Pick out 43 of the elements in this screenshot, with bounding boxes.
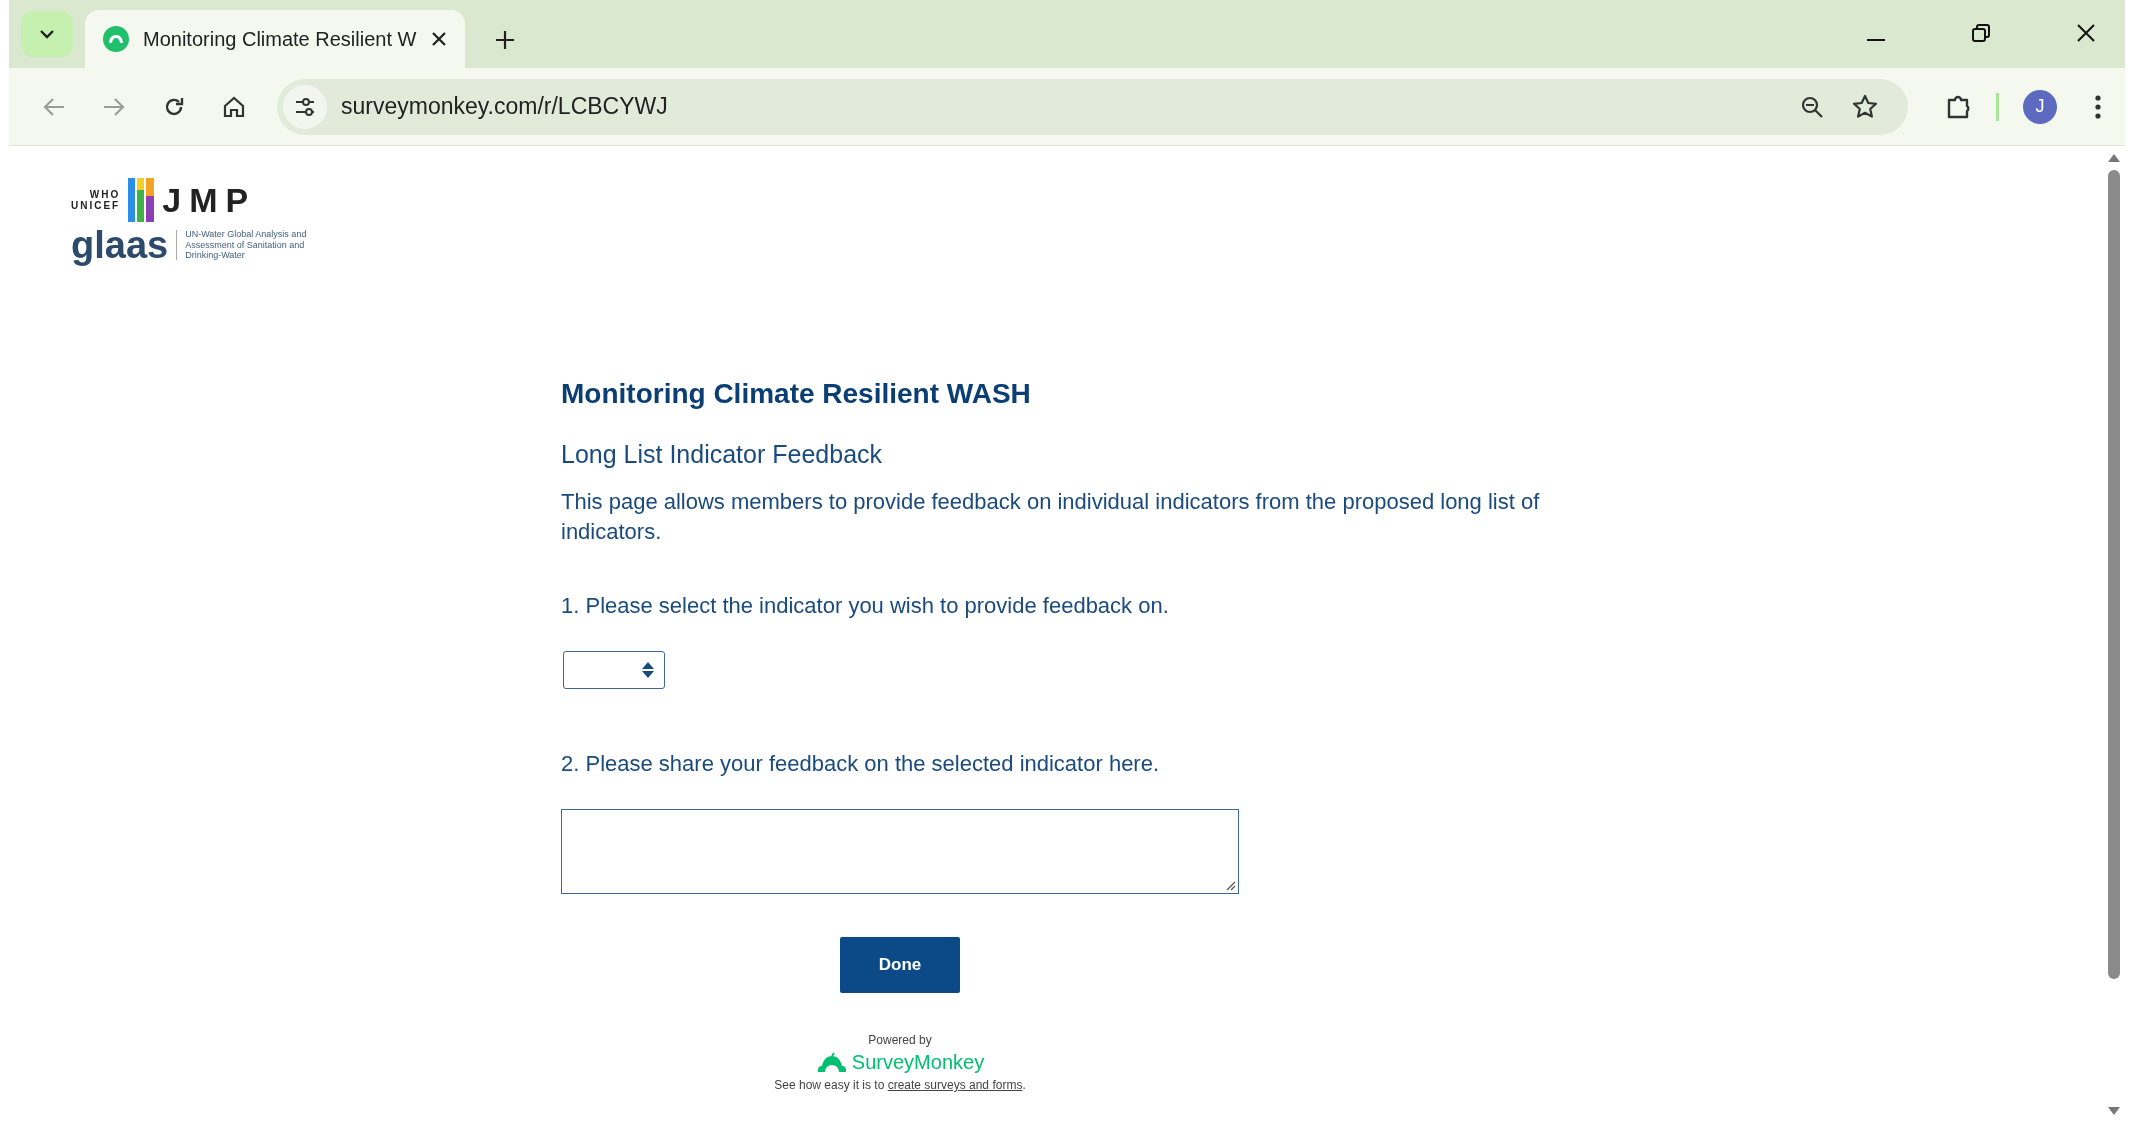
page-description: This page allows members to provide feedback on individual indicators from the proposed long list of indicators. — [561, 488, 1541, 546]
close-window-icon[interactable] — [2077, 24, 2095, 42]
restore-icon[interactable] — [1972, 24, 1990, 42]
minimize-icon[interactable] — [1867, 38, 1885, 42]
monkey-icon — [103, 26, 129, 52]
logo-caption: UN-Water Global Analysis and Assessment of Sanitation and Drinking-Water — [185, 229, 308, 261]
menu-icon[interactable] — [2095, 94, 2101, 119]
logo-text: UNICEF — [71, 200, 121, 211]
zoom-out-icon[interactable] — [1800, 94, 1824, 119]
sliders-icon — [294, 97, 316, 116]
logo-text: JMP — [162, 180, 257, 220]
logo-text: WHO — [89, 189, 121, 200]
colored-bars-icon — [128, 178, 155, 222]
puzzle-piece-icon[interactable] — [1946, 93, 1972, 120]
monkey-icon — [815, 1051, 848, 1074]
star-icon[interactable] — [1852, 93, 1878, 120]
url-text: surveymonkey.com/r/LCBCYWJ — [341, 93, 668, 120]
address-bar[interactable]: surveymonkey.com/r/LCBCYWJ — [277, 78, 1908, 135]
resize-handle-icon[interactable] — [1226, 881, 1236, 891]
site-settings-button[interactable] — [283, 84, 327, 129]
survey-title: Monitoring Climate Resilient WASH — [561, 378, 1032, 410]
new-tab-icon[interactable] — [495, 30, 515, 50]
reload-icon[interactable] — [163, 95, 185, 118]
page-title: Long List Indicator Feedback — [561, 440, 884, 469]
home-icon[interactable] — [223, 95, 245, 118]
question-text: 2. Please share your feedback on the selected indicator here. — [561, 751, 1161, 777]
tab-title: Monitoring Climate Resilient W — [143, 27, 417, 51]
scroll-up-icon[interactable] — [2108, 154, 2120, 162]
indicator-dropdown[interactable] — [563, 651, 665, 689]
footer-tagline: See how easy it is to create surveys and forms. — [774, 1078, 1026, 1092]
sort-arrows-icon — [642, 662, 654, 678]
scrollbar-thumb[interactable] — [2108, 170, 2120, 979]
logo-text: glaas — [71, 226, 169, 264]
powered-by-text: Powered by — [868, 1033, 932, 1047]
feedback-textarea[interactable] — [561, 809, 1239, 894]
chevron-down-icon — [39, 29, 55, 39]
browser-tab[interactable]: Monitoring Climate Resilient W — [85, 10, 465, 68]
question-text: 1. Please select the indicator you wish to provide feedback on. — [561, 593, 1170, 619]
profile-avatar[interactable]: J — [2023, 89, 2057, 124]
brand-name: SurveyMonkey — [851, 1051, 985, 1074]
done-button[interactable]: Done — [840, 937, 960, 993]
close-icon[interactable] — [431, 31, 447, 47]
scroll-down-icon[interactable] — [2108, 1107, 2120, 1115]
